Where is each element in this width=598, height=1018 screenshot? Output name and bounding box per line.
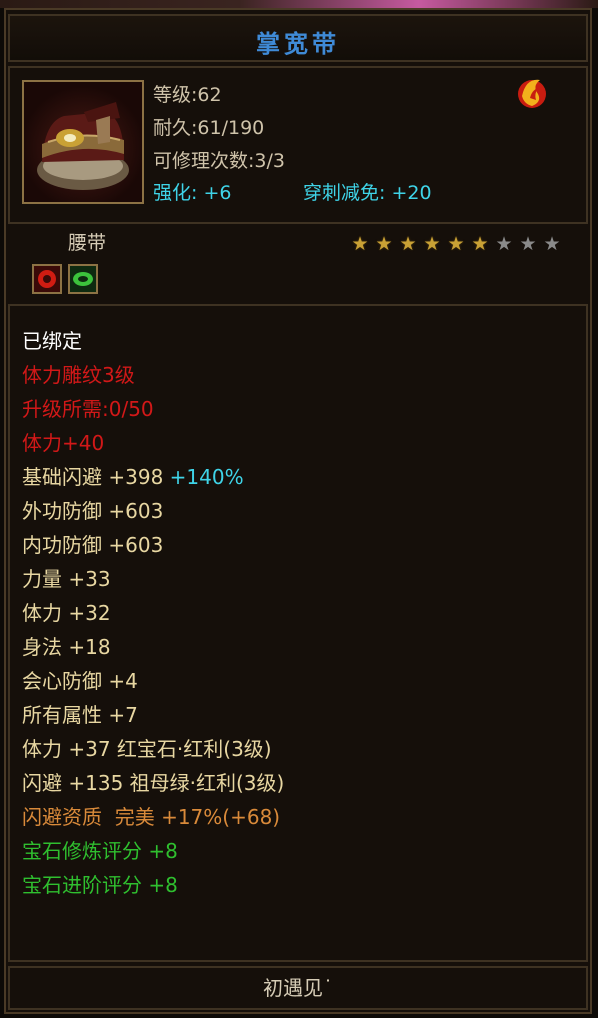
- attribute-line: 身法 +18: [22, 635, 111, 659]
- level-stat: 等级:62: [153, 80, 222, 107]
- enhance-value: +6: [203, 182, 232, 204]
- star-empty-icon: ★: [495, 233, 513, 255]
- red-gem-badge-icon[interactable]: [32, 264, 62, 294]
- attribute-line: 外功防御 +603: [22, 499, 164, 523]
- aptitude-line: 闪避资质 完美 +17%(+68): [22, 805, 281, 829]
- durability-label: 耐久: [153, 117, 192, 139]
- item-name: 掌宽带: [256, 30, 340, 58]
- attribute-line: 所有属性 +7: [22, 703, 138, 727]
- attribute-line: 体力雕纹3级: [22, 363, 135, 387]
- pierce-value: +20: [391, 182, 432, 204]
- footer-note: 初遇见˙: [8, 966, 588, 1010]
- belt-icon: [37, 102, 129, 190]
- attribute-line: 力量 +33: [22, 567, 111, 591]
- level-label: 等级: [153, 84, 192, 106]
- durability-stat: 耐久:61/190: [153, 113, 264, 140]
- gem-score-line: 宝石进阶评分 +8: [22, 873, 178, 897]
- attribute-line: 升级所需:0/50: [22, 397, 154, 421]
- attribute-line: 内功防御 +603: [22, 533, 164, 557]
- pierce-stat: 穿刺减免: +20: [303, 178, 432, 205]
- star-empty-icon: ★: [543, 233, 561, 255]
- attribute-line: 体力 +32: [22, 601, 111, 625]
- attribute-line: 会心防御 +4: [22, 669, 138, 693]
- gem-score-line: 宝石修炼评分 +8: [22, 839, 178, 863]
- green-gem-badge-icon[interactable]: [68, 264, 98, 294]
- star-rating: ★ ★ ★ ★ ★ ★ ★ ★ ★: [348, 232, 564, 256]
- gem-line: 闪避 +135 祖母绿·红利(3级): [22, 771, 285, 795]
- enhance-stat: 强化: +6: [153, 178, 231, 205]
- star-filled-icon: ★: [447, 233, 465, 255]
- flame-emblem-icon: [512, 72, 552, 112]
- star-filled-icon: ★: [399, 233, 417, 255]
- item-icon: [22, 80, 144, 204]
- enhance-label: 强化:: [153, 182, 198, 204]
- repair-stat: 可修理次数:3/3: [153, 146, 285, 173]
- star-filled-icon: ★: [375, 233, 393, 255]
- repair-value: :3/3: [248, 150, 285, 172]
- attribute-bonus: +140%: [169, 465, 244, 489]
- pierce-label: 穿刺减免:: [303, 182, 386, 204]
- star-filled-icon: ★: [423, 233, 441, 255]
- attribute-line: 基础闪避 +398 +140%: [22, 464, 244, 490]
- title-bar: 掌宽带: [8, 14, 588, 62]
- top-strip: [0, 0, 598, 8]
- star-filled-icon: ★: [351, 233, 369, 255]
- bound-status: 已绑定: [22, 329, 82, 353]
- gem-line: 体力 +37 红宝石·红利(3级): [22, 737, 272, 761]
- item-type: 腰带: [68, 232, 107, 254]
- attribute-text: 基础闪避 +398: [22, 465, 164, 489]
- star-empty-icon: ★: [519, 233, 537, 255]
- level-value: :62: [191, 84, 222, 106]
- star-filled-icon: ★: [471, 233, 489, 255]
- attribute-line: 体力+40: [22, 431, 105, 455]
- durability-value: :61/190: [191, 117, 265, 139]
- repair-label: 可修理次数: [153, 150, 249, 172]
